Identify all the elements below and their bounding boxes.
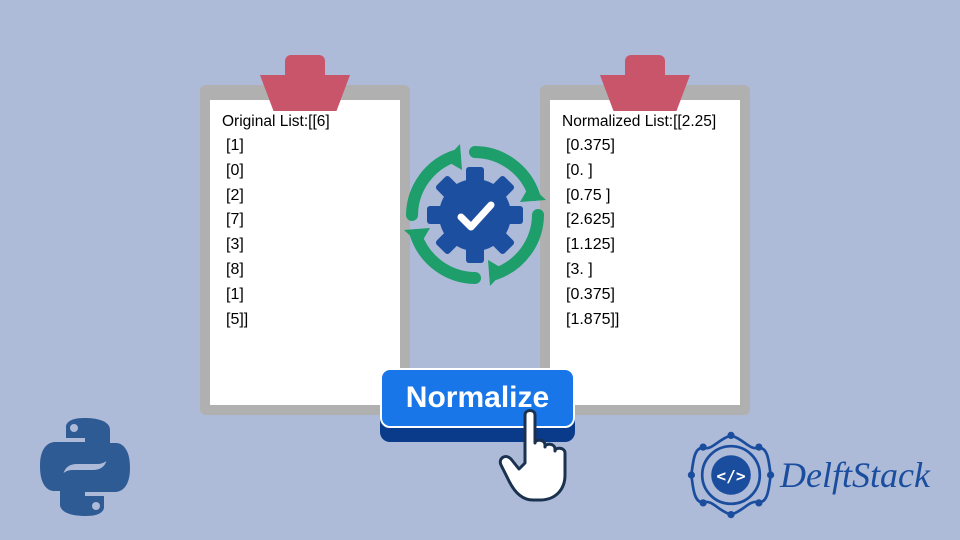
normalized-line: [0.75 ]: [562, 184, 728, 209]
normalized-line: [3. ]: [562, 258, 728, 283]
clipboard-original: Original List:[[6] [1] [0] [2] [7] [3] […: [200, 55, 410, 415]
normalized-line: [0.375]: [562, 283, 728, 308]
original-line: [3]: [222, 233, 388, 258]
normalized-line: [1.125]: [562, 233, 728, 258]
normalized-header: Normalized List:[[2.25]: [562, 110, 728, 134]
python-logo-icon: [30, 412, 140, 522]
normalized-line: [1.875]]: [562, 308, 728, 333]
cursor-hand-icon: [495, 405, 585, 505]
cycle-gear-icon: [400, 140, 550, 290]
clip-icon: [260, 55, 350, 110]
normalized-line: [0. ]: [562, 159, 728, 184]
delftstack-brand-text: DelftStack: [780, 454, 930, 496]
clip-icon: [600, 55, 690, 110]
original-line: [1]: [222, 134, 388, 159]
normalized-line: [2.625]: [562, 208, 728, 233]
svg-text:</>: </>: [716, 466, 745, 485]
original-line: [2]: [222, 184, 388, 209]
delftstack-logo: </> DelftStack: [686, 430, 930, 520]
original-line: [7]: [222, 208, 388, 233]
clipboard-normalized: Normalized List:[[2.25] [0.375] [0. ] [0…: [540, 55, 750, 415]
delftstack-badge-icon: </>: [686, 430, 776, 520]
original-line: [0]: [222, 159, 388, 184]
original-line: [8]: [222, 258, 388, 283]
original-line: [1]: [222, 283, 388, 308]
normalized-line: [0.375]: [562, 134, 728, 159]
original-header: Original List:[[6]: [222, 110, 388, 134]
original-line: [5]]: [222, 308, 388, 333]
clipboard-paper-normalized: Normalized List:[[2.25] [0.375] [0. ] [0…: [550, 100, 740, 405]
clipboard-paper-original: Original List:[[6] [1] [0] [2] [7] [3] […: [210, 100, 400, 405]
